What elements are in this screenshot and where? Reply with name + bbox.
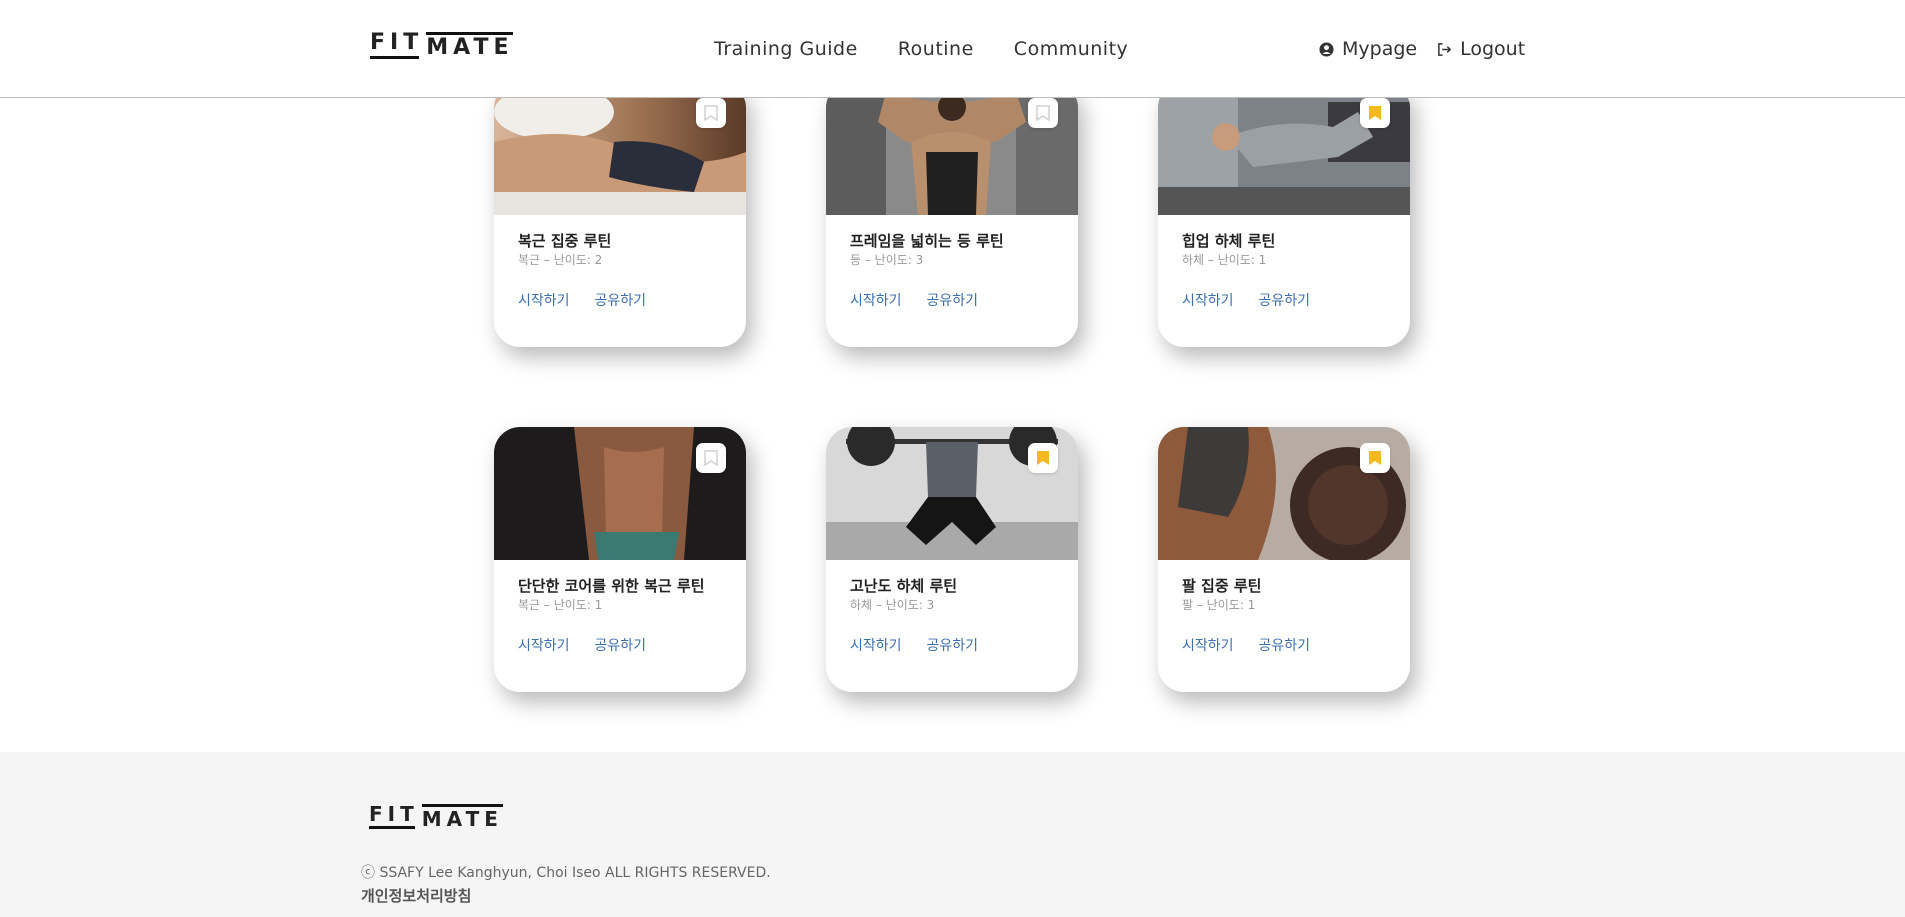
bookmark-button[interactable] — [1360, 443, 1390, 473]
routine-meta: 복근 – 난이도: 2 — [518, 253, 603, 267]
start-button[interactable]: 시작하기 — [1182, 290, 1234, 310]
user-nav: Mypage Logout — [1319, 38, 1525, 60]
bookmark-button[interactable] — [696, 443, 726, 473]
routine-meta: 하체 – 난이도: 1 — [1182, 253, 1267, 267]
share-button[interactable]: 공유하기 — [595, 635, 647, 655]
bookmark-button[interactable] — [696, 98, 726, 128]
logout-icon — [1438, 42, 1452, 56]
top-navigation-bar: FIT MATE Training Guide Routine Communit… — [0, 0, 1905, 98]
share-button[interactable]: 공유하기 — [927, 635, 979, 655]
privacy-policy-link[interactable]: 개인정보처리방침 — [361, 885, 471, 906]
logo-mate: MATE — [426, 32, 514, 59]
routine-card: 힙업 하체 루틴 하체 – 난이도: 1 시작하기 공유하기 — [1158, 82, 1410, 347]
logout-link[interactable]: Logout — [1437, 38, 1525, 60]
start-button[interactable]: 시작하기 — [850, 635, 902, 655]
routine-meta: 하체 – 난이도: 3 — [850, 598, 935, 612]
routine-title: 복근 집중 루틴 — [518, 232, 612, 250]
nav-training-guide[interactable]: Training Guide — [714, 38, 858, 60]
footer: FIT MATE ⓒ SSAFY Lee Kanghyun, Choi Iseo… — [0, 752, 1905, 917]
bookmark-icon — [1036, 105, 1050, 121]
bookmark-button[interactable] — [1360, 98, 1390, 128]
nav-community[interactable]: Community — [1014, 38, 1128, 60]
mypage-link[interactable]: Mypage — [1319, 38, 1417, 60]
routine-title: 고난도 하체 루틴 — [850, 577, 958, 595]
nav-routine[interactable]: Routine — [898, 38, 974, 60]
routine-card: 단단한 코어를 위한 복근 루틴 복근 – 난이도: 1 시작하기 공유하기 — [494, 427, 746, 692]
bookmark-button[interactable] — [1028, 98, 1058, 128]
routine-meta: 등 – 난이도: 3 — [850, 253, 924, 267]
share-button[interactable]: 공유하기 — [595, 290, 647, 310]
share-button[interactable]: 공유하기 — [1259, 635, 1311, 655]
routine-card: 고난도 하체 루틴 하체 – 난이도: 3 시작하기 공유하기 — [826, 427, 1078, 692]
bookmark-filled-icon — [1037, 451, 1049, 465]
footer-logo: FIT MATE — [369, 804, 504, 829]
mypage-label: Mypage — [1342, 38, 1418, 60]
footer-logo-fit: FIT — [369, 804, 419, 829]
routine-card: 팔 집중 루틴 팔 – 난이도: 1 시작하기 공유하기 — [1158, 427, 1410, 692]
start-button[interactable]: 시작하기 — [518, 635, 570, 655]
bookmark-filled-icon — [1369, 451, 1381, 465]
routine-meta: 복근 – 난이도: 1 — [518, 598, 603, 612]
footer-logo-mate: MATE — [421, 804, 504, 829]
page: 복근 집중 루틴 복근 – 난이도: 2 시작하기 공유하기 프레임을 넓히는 … — [0, 0, 1905, 917]
logo-fit: FIT — [370, 32, 423, 59]
bookmark-button[interactable] — [1028, 443, 1058, 473]
start-button[interactable]: 시작하기 — [1182, 635, 1234, 655]
fitmate-logo[interactable]: FIT MATE — [370, 32, 514, 59]
start-button[interactable]: 시작하기 — [850, 290, 902, 310]
logout-label: Logout — [1460, 38, 1526, 60]
copyright-text: ⓒ SSAFY Lee Kanghyun, Choi Iseo ALL RIGH… — [361, 865, 771, 881]
bookmark-icon — [704, 450, 718, 466]
routine-title: 프레임을 넓히는 등 루틴 — [850, 232, 1004, 250]
routine-card: 복근 집중 루틴 복근 – 난이도: 2 시작하기 공유하기 — [494, 82, 746, 347]
routine-meta: 팔 – 난이도: 1 — [1182, 598, 1256, 612]
share-button[interactable]: 공유하기 — [927, 290, 979, 310]
routine-card: 프레임을 넓히는 등 루틴 등 – 난이도: 3 시작하기 공유하기 — [826, 82, 1078, 347]
routine-title: 단단한 코어를 위한 복근 루틴 — [518, 577, 705, 595]
bookmark-filled-icon — [1369, 106, 1381, 120]
start-button[interactable]: 시작하기 — [518, 290, 570, 310]
main-nav: Training Guide Routine Community — [714, 38, 1128, 60]
bookmark-icon — [704, 105, 718, 121]
routine-title: 힙업 하체 루틴 — [1182, 232, 1276, 250]
user-circle-icon — [1319, 41, 1334, 57]
routine-title: 팔 집중 루틴 — [1182, 577, 1262, 595]
share-button[interactable]: 공유하기 — [1259, 290, 1311, 310]
